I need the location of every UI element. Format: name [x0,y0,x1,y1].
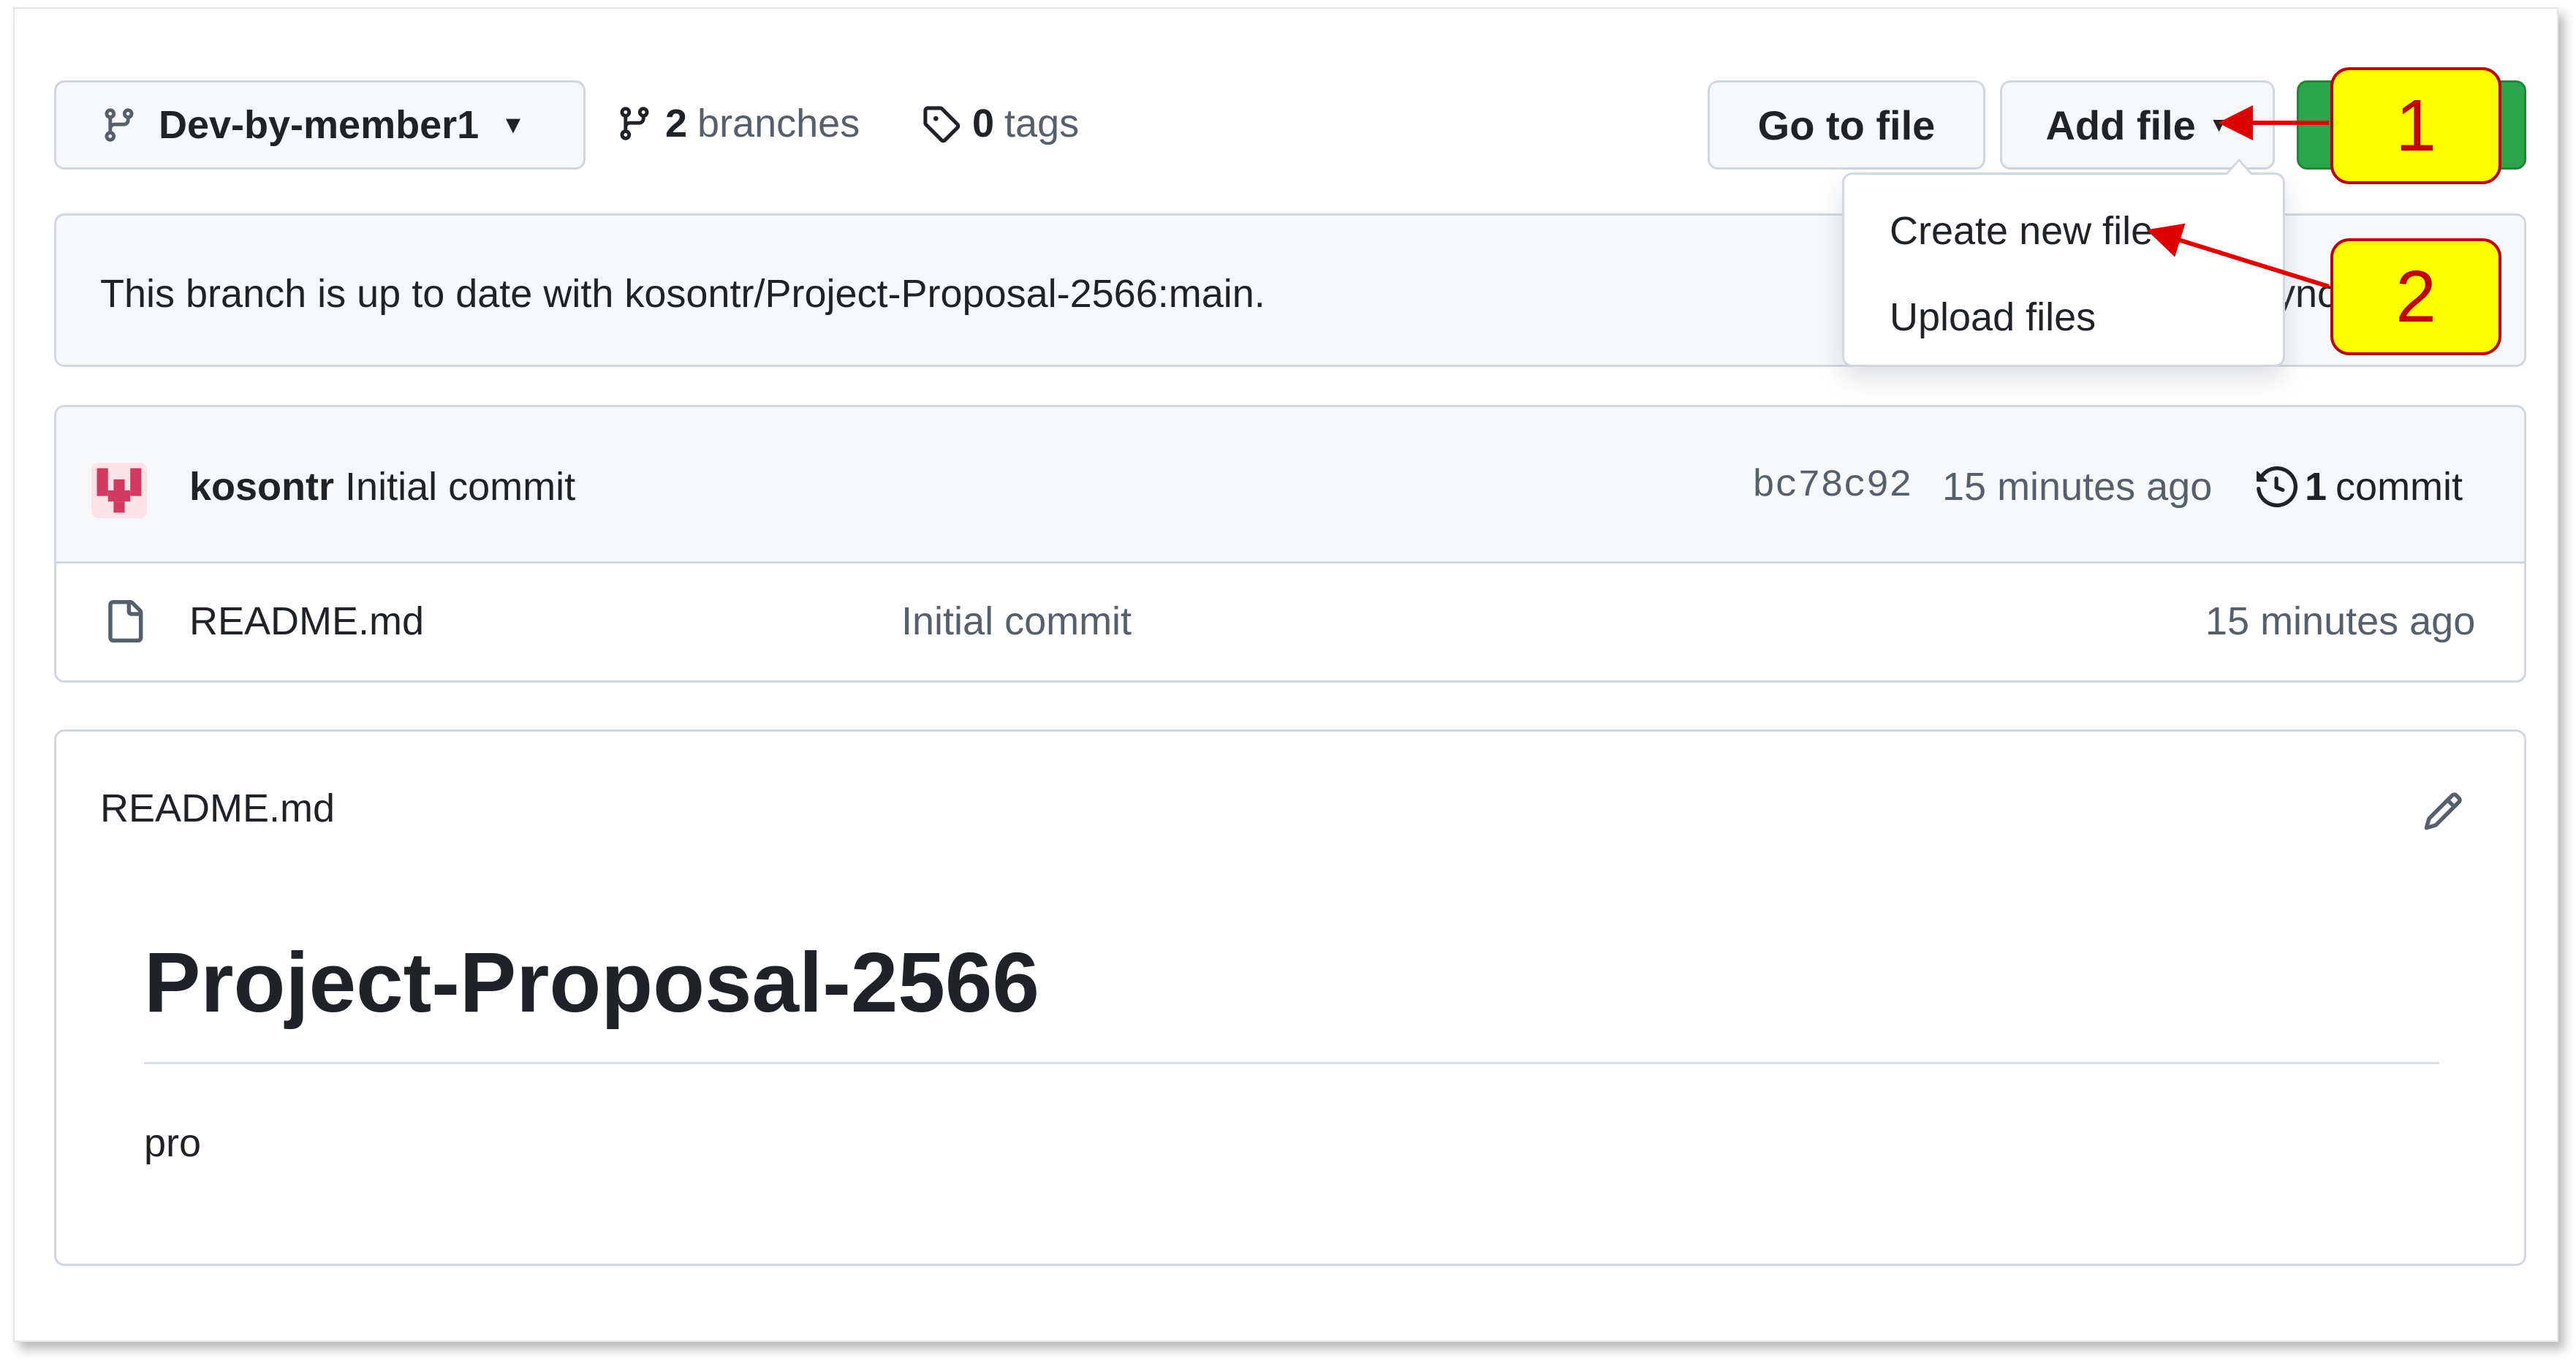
file-icon [108,600,143,642]
file-list-box: kosontr Initial commit bc78c92 15 minute… [54,405,2526,683]
latest-commit-bar: kosontr Initial commit bc78c92 15 minute… [56,407,2524,564]
commit-time: 15 minutes ago [1942,465,2213,509]
branch-status-text: This branch is up to date with kosontr/P… [100,272,1265,316]
readme-heading: Project-Proposal-2566 [144,935,1039,1030]
annotation-step-1: 1 [2330,67,2501,184]
file-row[interactable]: README.md Initial commit 15 minutes ago [56,564,2524,680]
tags-count: 0 [972,102,995,145]
file-time: 15 minutes ago [2205,599,2476,643]
commit-sha[interactable]: bc78c92 [1752,464,1912,507]
file-commit-message[interactable]: Initial commit [901,599,1132,644]
avatar-identicon [96,468,142,513]
heading-divider [144,1062,2439,1064]
commit-author[interactable]: kosontr [189,465,334,509]
avatar[interactable] [91,463,147,518]
add-file-label: Add file [2045,102,2196,148]
tags-label: tags [1004,102,1080,145]
go-to-file-button[interactable]: Go to file [1708,80,1985,170]
commit-message[interactable]: Initial commit [345,465,575,509]
git-branch-icon [620,107,649,140]
add-file-button[interactable]: Add file ▼ [2000,80,2275,170]
chevron-down-icon: ▼ [501,110,526,139]
commits-label: commit [2336,465,2463,509]
history-icon [2257,466,2297,507]
readme-body: pro [144,1121,202,1165]
branch-name: Dev-by-member1 [159,103,480,147]
branches-link[interactable]: 2 branches [615,101,860,146]
commits-count: 1 [2305,465,2327,509]
go-to-file-label: Go to file [1757,102,1936,148]
git-branch-icon [105,108,134,142]
branches-label: branches [697,102,860,145]
screenshot-frame: Dev-by-member1 ▼ 2 branches 0 tags Go to… [13,7,2558,1342]
add-file-menu: Create new file Upload files [1842,159,2285,367]
menu-item-upload-files[interactable]: Upload files [1890,295,2096,340]
chevron-down-icon: ▼ [2208,113,2230,136]
annotation-step-2: 2 [2330,238,2501,355]
readme-box: README.md Project-Proposal-2566 pro [54,729,2526,1266]
commit-history-link[interactable]: 1 commit [2257,464,2463,509]
branches-count: 2 [665,102,688,145]
tags-link[interactable]: 0 tags [921,101,1079,146]
tag-icon [923,106,961,143]
file-name[interactable]: README.md [189,599,424,644]
pencil-icon[interactable] [2422,790,2464,833]
branch-selector[interactable]: Dev-by-member1 ▼ [54,80,586,170]
menu-caret [2224,159,2254,175]
readme-filename: README.md [100,786,336,830]
menu-item-create-new-file[interactable]: Create new file [1890,208,2153,254]
